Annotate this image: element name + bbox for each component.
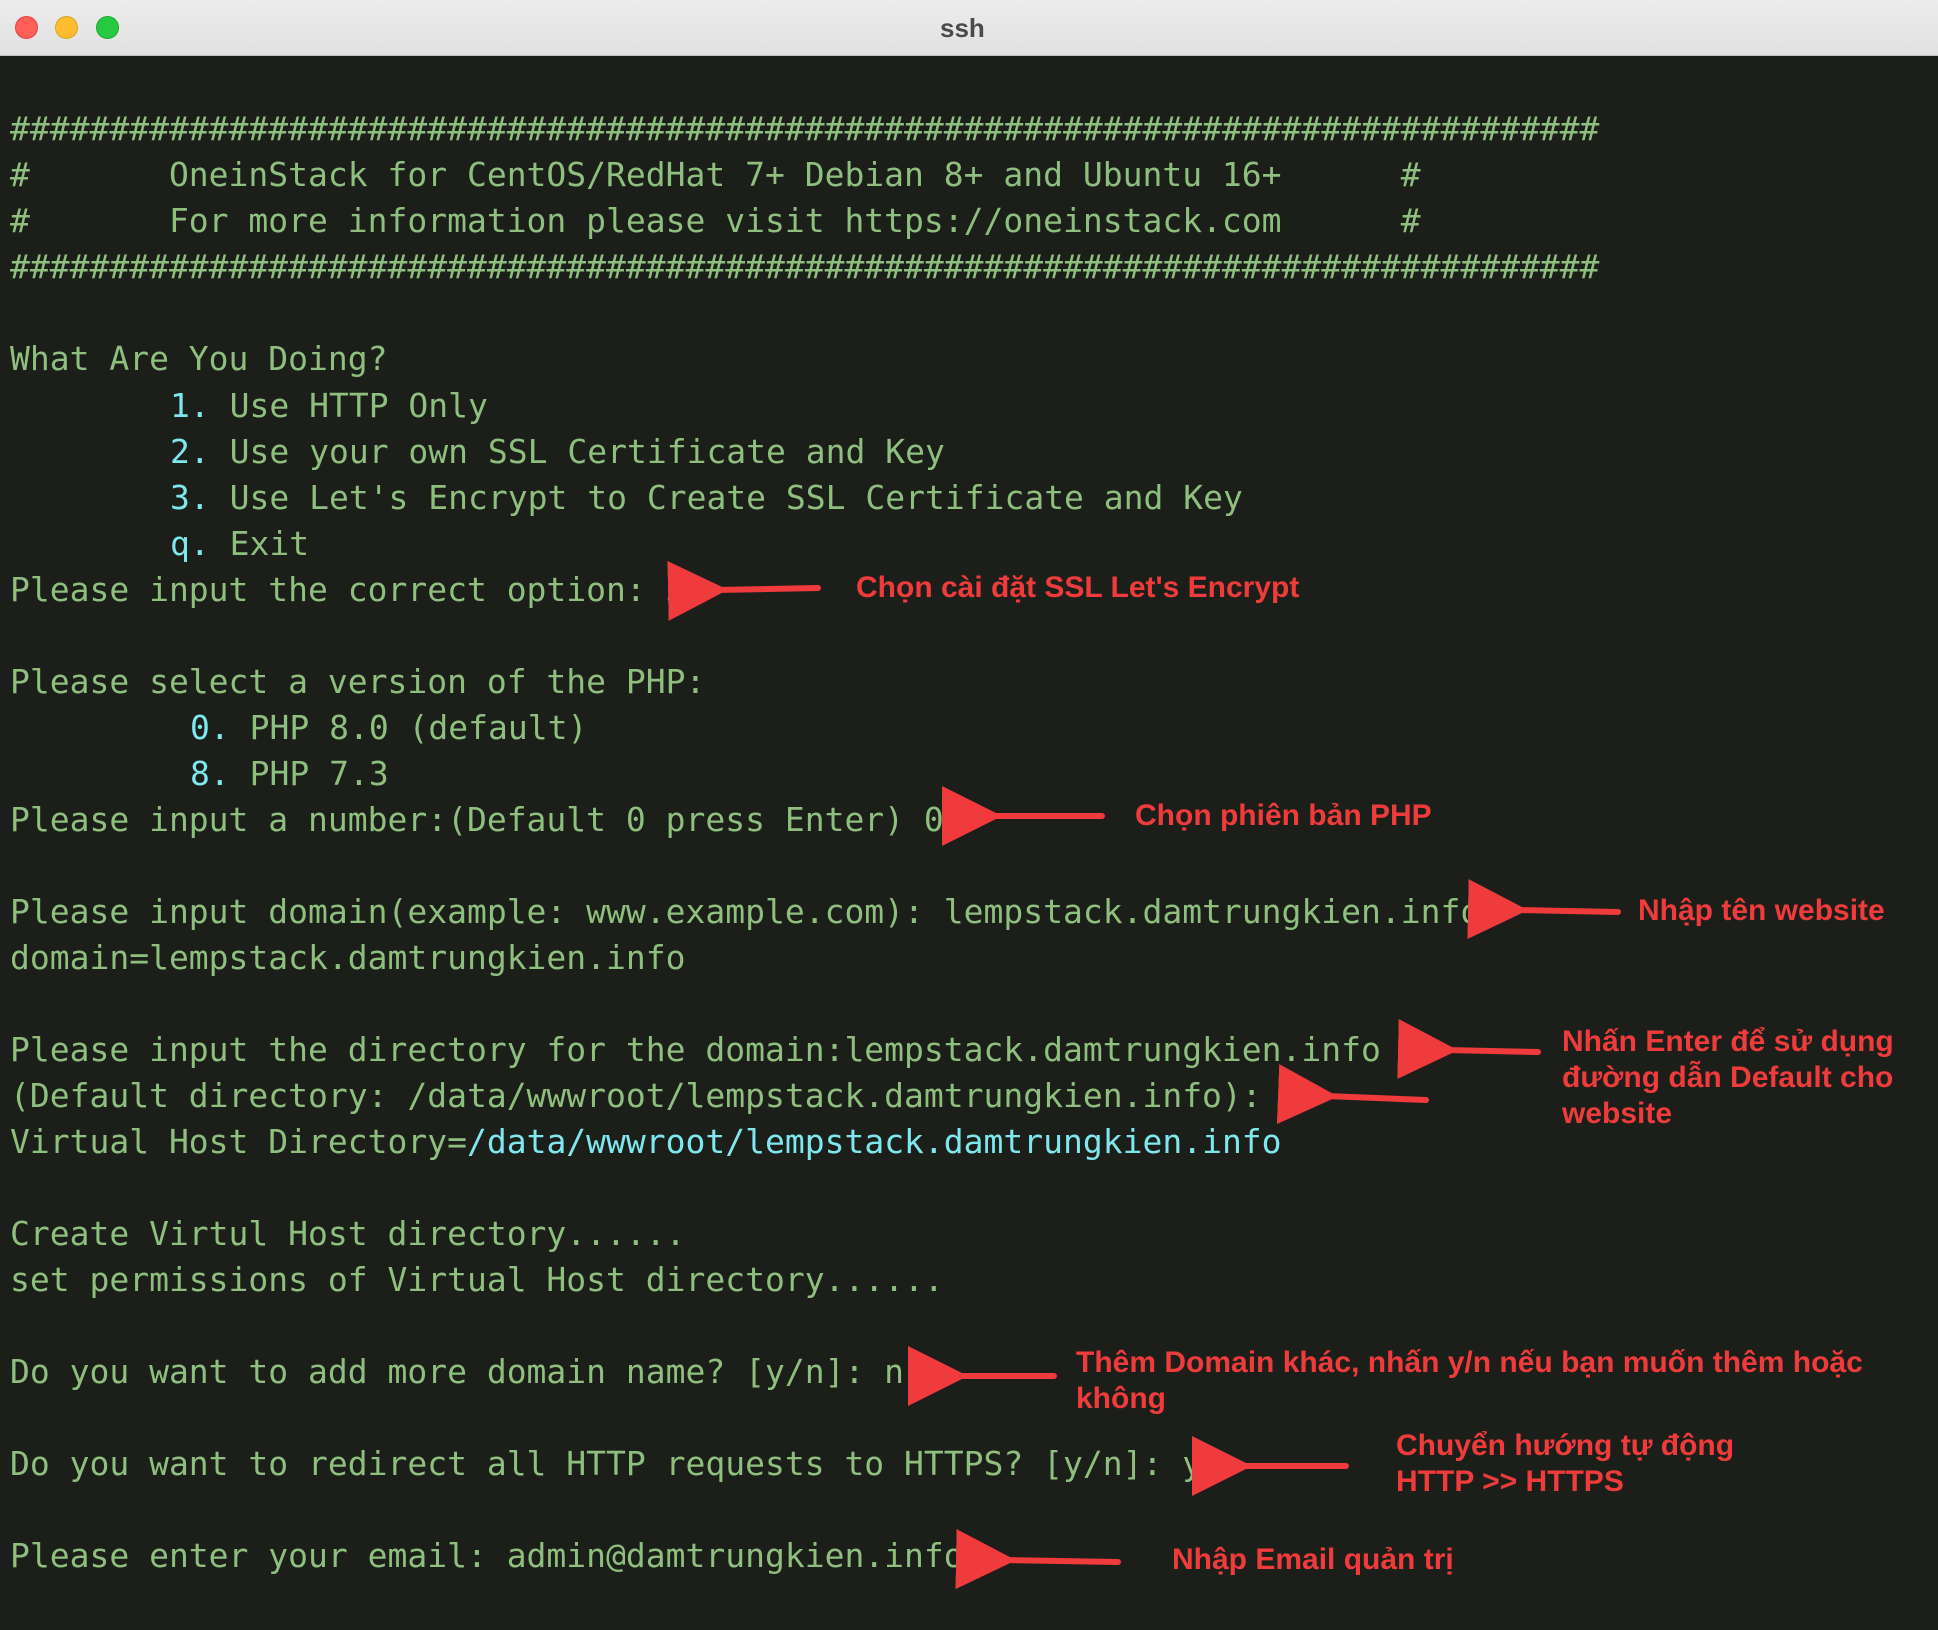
- option-key: q.: [170, 524, 210, 563]
- php-option-8: 8. PHP 7.3: [190, 751, 389, 797]
- annotation-directory: Nhấn Enter để sử dụng đường dẫn Default …: [1562, 1025, 1894, 1130]
- option-key: 3.: [170, 478, 210, 517]
- option-text: Use your own SSL Certificate and Key: [209, 432, 945, 471]
- annotation-redirect: Chuyển hướng tự động HTTP >> HTTPS: [1396, 1428, 1896, 1500]
- email-line[interactable]: Please enter your email: admin@damtrungk…: [10, 1533, 968, 1579]
- directory-default: (Default directory: /data/wwwroot/lempst…: [10, 1076, 1262, 1115]
- option-key: 0.: [190, 708, 230, 747]
- option-key: 2.: [170, 432, 210, 471]
- annotation-email: Nhập Email quản trị: [1172, 1543, 1454, 1576]
- option-text: PHP 8.0 (default): [229, 708, 588, 747]
- option-text: PHP 7.3: [229, 754, 389, 793]
- annotation-ssl: Chọn cài đặt SSL Let's Encrypt: [856, 571, 1300, 604]
- option-text: Use HTTP Only: [209, 386, 488, 425]
- more-domain-line: Do you want to add more domain name? [y/…: [10, 1352, 905, 1391]
- directory-prompt: Please input the directory for the domai…: [10, 1030, 1421, 1069]
- annotation-more-domain: Thêm Domain khác, nhấn y/n nếu bạn muốn …: [1076, 1346, 1863, 1415]
- set-permissions-line: set permissions of Virtual Host director…: [10, 1260, 944, 1299]
- vhost-path: /data/wwwroot/lempstack.damtrungkien.inf…: [466, 1122, 1282, 1161]
- email-text: Please enter your email: admin@damtrungk…: [10, 1536, 964, 1575]
- option-key: 8.: [190, 754, 230, 793]
- php-input: Please input a number:(Default 0 press E…: [10, 800, 944, 839]
- option-key: 1.: [170, 386, 210, 425]
- create-dir-line: Create Virtul Host directory......: [10, 1214, 686, 1253]
- annotation-domain: Nhập tên website: [1638, 894, 1885, 927]
- vhost-directory: Virtual Host Directory=/data/wwwroot/lem…: [10, 1119, 1282, 1165]
- banner-bottom: ########################################…: [10, 247, 1600, 286]
- option-3: 3. Use Let's Encrypt to Create SSL Certi…: [170, 475, 1243, 521]
- domain-echo: domain=lempstack.damtrungkien.info: [10, 938, 686, 977]
- option-1: 1. Use HTTP Only: [170, 383, 488, 429]
- text-cursor: [964, 1537, 968, 1578]
- domain-input: Please input domain(example: www.example…: [10, 892, 1481, 931]
- annotation-redirect-line-1: Chuyển hướng tự động: [1396, 1429, 1735, 1462]
- redirect-line: Do you want to redirect all HTTP request…: [10, 1444, 1203, 1483]
- banner-top: ########################################…: [10, 109, 1600, 148]
- option-2: 2. Use your own SSL Certificate and Key: [170, 429, 945, 475]
- vhost-label: Virtual Host Directory=: [10, 1122, 467, 1161]
- option-prompt: Please input the correct option: 3: [10, 570, 686, 609]
- option-text: Exit: [209, 524, 310, 563]
- banner-line-2: # For more information please visit http…: [10, 201, 1421, 240]
- php-prompt: Please select a version of the PHP:: [10, 662, 706, 701]
- option-text: Use Let's Encrypt to Create SSL Certific…: [209, 478, 1243, 517]
- php-option-0: 0. PHP 8.0 (default): [190, 705, 587, 751]
- annotation-php: Chọn phiên bản PHP: [1135, 799, 1432, 832]
- terminal-window: ssh ####################################…: [0, 0, 1938, 1630]
- question-line: What Are You Doing?: [10, 339, 388, 378]
- option-q: q. Exit: [170, 521, 309, 567]
- annotation-redirect-line-2: HTTP >> HTTPS: [1396, 1465, 1624, 1498]
- banner-line-1: # OneinStack for CentOS/RedHat 7+ Debian…: [10, 155, 1421, 194]
